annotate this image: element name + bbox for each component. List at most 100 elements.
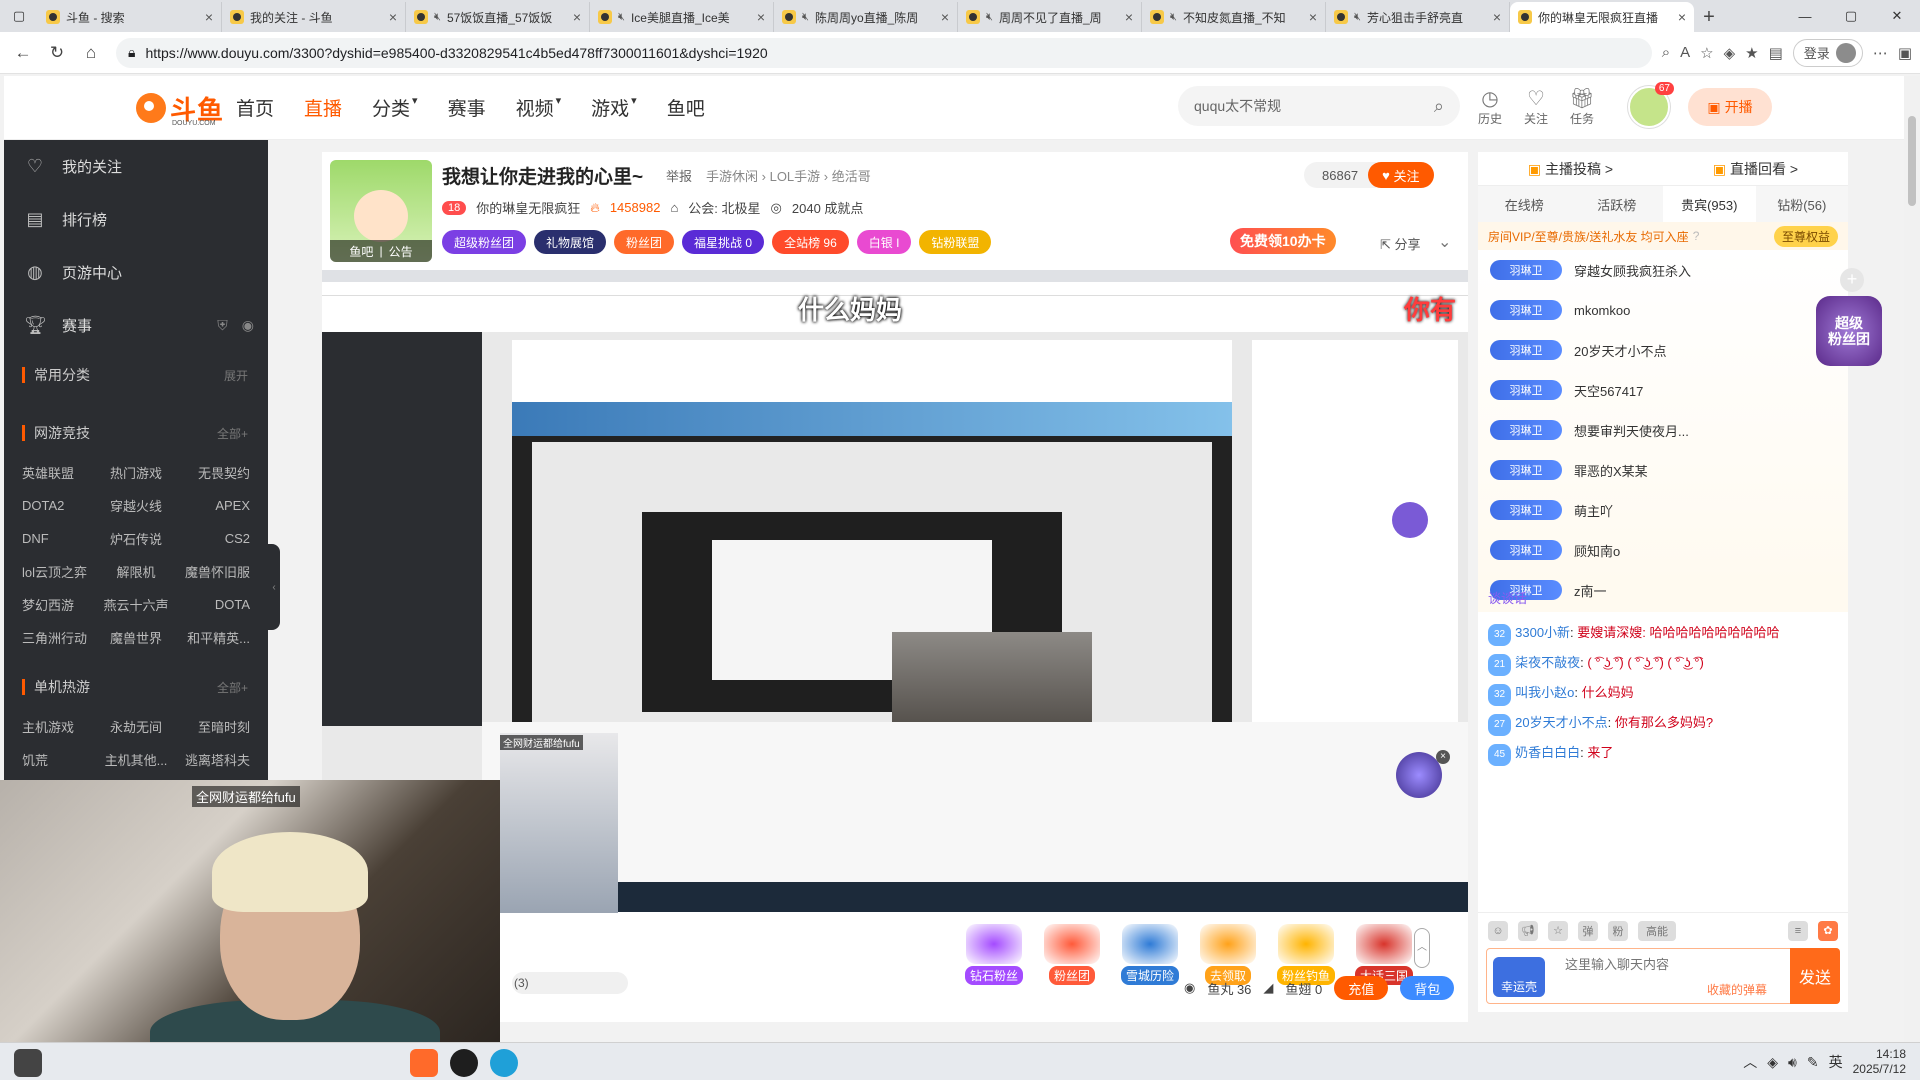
tab-close-icon[interactable]: ×	[941, 9, 949, 25]
sidebar-item-3[interactable]: 🏆︎ 赛事 ⛨ ◉	[4, 299, 268, 352]
muted-speaker-icon[interactable]: 🔇︎	[986, 11, 993, 24]
chat-message[interactable]: 32 3300小新: 要嫂请深嫂: 哈哈哈哈哈哈哈哈哈哈	[1488, 622, 1838, 646]
network-icon[interactable]: ◈	[1767, 1054, 1778, 1071]
share-button[interactable]: ⇱ 分享	[1380, 234, 1421, 253]
follow-button[interactable]: ♥ 关注	[1368, 162, 1434, 188]
help-icon[interactable]: ?	[1693, 229, 1700, 243]
header-heart-button[interactable]: ♡ 关注	[1516, 88, 1556, 127]
tab-2[interactable]: 贵宾(953)	[1663, 186, 1756, 222]
edge-app-icon[interactable]	[490, 1049, 518, 1077]
room-badge[interactable]: 超级粉丝团	[442, 230, 527, 254]
muted-speaker-icon[interactable]: 🔇︎	[1170, 11, 1177, 24]
category-link[interactable]: lol云顶之弈	[22, 555, 98, 588]
sidebar-item-1[interactable]: ▤ 排行榜	[4, 193, 268, 246]
free-card-button[interactable]: 免费领10办卡	[1230, 228, 1336, 254]
highlight-toggle[interactable]: 高能	[1638, 920, 1676, 941]
category-link[interactable]: 燕云十六声	[98, 588, 174, 621]
favorites-icon[interactable]: ★	[1745, 44, 1758, 62]
category-link[interactable]: 永劫无间	[98, 710, 174, 743]
nav-item-0[interactable]: 首页	[236, 94, 274, 121]
chat-message[interactable]: 27 20岁天才小不点: 你有那么多妈妈?	[1488, 712, 1838, 736]
room-badge[interactable]: 粉丝团	[614, 230, 675, 254]
fan-toggle[interactable]: 粉	[1608, 920, 1628, 941]
vip-row[interactable]: 羽琳卫 20岁天才小不点	[1478, 330, 1848, 370]
user-avatar[interactable]: 67	[1628, 82, 1674, 128]
chat-username[interactable]: 20岁天才小不点	[1515, 715, 1607, 730]
category-link[interactable]: 魔兽世界	[98, 621, 174, 654]
window-menu-icon[interactable]: ▢	[0, 0, 38, 32]
emoji-icon[interactable]: ☺	[1488, 920, 1508, 941]
anchor-name[interactable]: 你的琳皇无限疯狂	[476, 198, 580, 217]
chat-message[interactable]: 32 叫我小赵o: 什么妈妈	[1488, 682, 1838, 706]
browser-tab[interactable]: 🔇︎ 芳心狙击手舒亮直 ×	[1326, 2, 1510, 32]
nav-item-5[interactable]: 游戏	[591, 94, 629, 121]
vip-row[interactable]: 羽琳卫 萌主吖	[1478, 490, 1848, 530]
url-field[interactable]: 🔒︎ https://www.douyu.com/3300?dyshid=e98…	[116, 37, 1652, 68]
browser-tab[interactable]: 你的琳皇无限疯狂直播 ×	[1510, 2, 1694, 32]
category-link[interactable]: 绝活哥	[832, 169, 871, 184]
header-gift-button[interactable]: 🎁︎ 任务	[1562, 88, 1602, 127]
collected-danmu-button[interactable]: 收藏的弹幕	[1707, 981, 1767, 998]
chat-message[interactable]: 21 柒夜不敲夜: ( ͡° ͜ʖ ͡°) ( ͡° ͜ʖ ͡°) ( ͡° ͜ʖ…	[1488, 652, 1838, 676]
minimize-icon[interactable]: —	[1782, 0, 1828, 32]
category-link[interactable]: DNF	[22, 522, 98, 555]
category-link[interactable]: 主机游戏	[22, 710, 98, 743]
horn-icon[interactable]: 📢︎	[1518, 920, 1538, 941]
maximize-icon[interactable]: ▢	[1828, 0, 1874, 32]
room-badge[interactable]: 全站榜 96	[772, 230, 849, 254]
dota-icon[interactable]: ◉	[242, 317, 254, 334]
tray-chevron-icon[interactable]: ︿	[1743, 1052, 1757, 1072]
volume-icon[interactable]: 🔊︎	[1788, 1054, 1797, 1071]
search-icon[interactable]: ⌕	[1434, 96, 1444, 117]
category-link[interactable]: 魔兽怀旧服	[174, 555, 250, 588]
gift-item[interactable]: 雪城历险	[1118, 924, 1182, 985]
recharge-button[interactable]: 充值	[1334, 976, 1389, 1000]
achievement-points[interactable]: 2040 成就点	[792, 198, 864, 217]
browser-tab[interactable]: 🔇︎ 陈周周yo直播_陈周 ×	[774, 2, 958, 32]
room-badge[interactable]: 钻粉联盟	[919, 230, 992, 254]
redpacket-icon[interactable]: ✿	[1818, 920, 1838, 941]
search-input[interactable]: ququ太不常规	[1194, 96, 1281, 116]
reload-icon[interactable]: ↻	[42, 38, 72, 68]
vip-row[interactable]: 羽琳卫 想要审判天使夜月...	[1478, 410, 1848, 450]
anchor-upload-link[interactable]: ▣ 主播投稿 >	[1528, 159, 1613, 179]
category-link[interactable]: 炉石传说	[98, 522, 174, 555]
site-search-box[interactable]: ququ太不常规 ⌕	[1178, 86, 1460, 126]
close-window-icon[interactable]: ✕	[1874, 0, 1920, 32]
category-link[interactable]: 穿越火线	[98, 489, 174, 522]
start-live-button[interactable]: ▣ 开播	[1688, 88, 1772, 126]
home-icon[interactable]: ⌂	[76, 38, 106, 68]
sidebar-toggle-icon[interactable]: ▣	[1898, 44, 1912, 62]
category-link[interactable]: 主机其他...	[98, 743, 174, 776]
browser-tab[interactable]: 我的关注 - 斗鱼 ×	[222, 2, 406, 32]
tab-3[interactable]: 钻粉(56)	[1756, 186, 1849, 222]
category-link[interactable]: APEX	[174, 489, 250, 522]
vip-row[interactable]: 羽琳卫 顾知南o	[1478, 530, 1848, 570]
tab-0[interactable]: 在线榜	[1478, 186, 1571, 222]
vip-row[interactable]: 羽琳卫 穿越女顾我疯狂杀入	[1478, 250, 1848, 290]
category-link[interactable]: 和平精英...	[174, 621, 250, 654]
super-fan-group-badge[interactable]: 超级 粉丝团	[1816, 296, 1882, 366]
sidebar-item-0[interactable]: ♡ 我的关注	[4, 140, 268, 193]
nav-item-2[interactable]: 分类	[372, 94, 410, 121]
obs-app-icon[interactable]	[450, 1049, 478, 1077]
lucky-shell-button[interactable]: 幸运壳	[1493, 957, 1545, 997]
category-link[interactable]: 至暗时刻	[174, 710, 250, 743]
tab-close-icon[interactable]: ×	[205, 9, 213, 25]
notice-link[interactable]: 公告	[389, 243, 413, 260]
read-aloud-icon[interactable]: A	[1680, 44, 1690, 61]
category-link[interactable]: 饥荒	[22, 743, 98, 776]
category-link[interactable]: 梦幻西游	[22, 588, 98, 621]
tab-close-icon[interactable]: ×	[573, 9, 581, 25]
ime-indicator[interactable]: 英	[1829, 1052, 1843, 1072]
vip-row[interactable]: 羽琳卫 天空567417	[1478, 370, 1848, 410]
report-link[interactable]: 举报	[666, 166, 692, 185]
nav-item-3[interactable]: 赛事	[448, 94, 486, 121]
muted-speaker-icon[interactable]: 🔇︎	[802, 11, 809, 24]
room-badge[interactable]: 礼物展馆	[534, 230, 607, 254]
category-link[interactable]: DOTA	[174, 588, 250, 621]
gift-expand-button[interactable]: ︿	[1414, 928, 1430, 968]
sidebar-item-2[interactable]: ◍ 页游中心	[4, 246, 268, 299]
esports-all-link[interactable]: 全部+	[207, 425, 248, 442]
chat-input[interactable]	[1565, 957, 1745, 972]
